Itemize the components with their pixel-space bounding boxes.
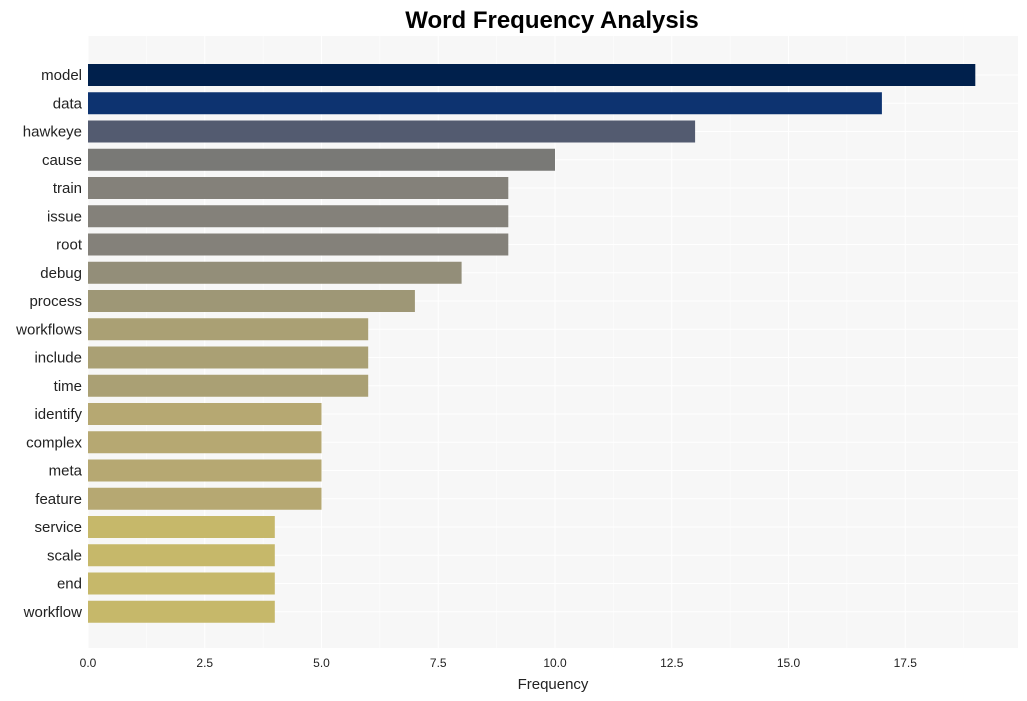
x-tick-label: 17.5	[894, 656, 918, 670]
bar-workflow	[88, 600, 275, 623]
x-tick-label: 5.0	[313, 656, 330, 670]
y-tick-label: model	[41, 67, 82, 84]
y-tick-label: issue	[47, 208, 82, 225]
y-tick-label: train	[53, 180, 82, 197]
bar-complex	[88, 431, 322, 454]
x-tick-label: 10.0	[543, 656, 567, 670]
bar-chart: Word Frequency Analysis model data hawkeye…	[15, 7, 1018, 693]
y-tick-label: scale	[47, 547, 82, 564]
y-tick-label: complex	[26, 434, 82, 451]
bar-end	[88, 572, 275, 595]
x-tick-label: 15.0	[777, 656, 801, 670]
chart-title: Word Frequency Analysis	[405, 7, 698, 34]
bar-data	[88, 92, 882, 115]
y-tick-label: end	[57, 576, 82, 593]
bar-feature	[88, 487, 322, 510]
bar-identify	[88, 403, 322, 425]
y-tick-label: service	[34, 519, 82, 536]
bar-issue	[88, 205, 509, 228]
y-tick-label: data	[53, 95, 83, 112]
bar-scale	[88, 544, 275, 567]
bar-process	[88, 290, 415, 312]
bar-workflows	[88, 318, 369, 341]
y-tick-label: hawkeye	[23, 124, 82, 141]
bar-root	[88, 233, 509, 256]
y-tick-label: workflow	[23, 604, 83, 621]
x-tick-label: 12.5	[660, 656, 684, 670]
y-tick-label: time	[54, 378, 82, 395]
y-tick-label: include	[34, 350, 82, 367]
y-tick-label: meta	[49, 463, 83, 480]
y-tick-label: root	[56, 237, 83, 254]
y-tick-label: feature	[35, 491, 82, 508]
y-tick-label: workflows	[15, 321, 82, 338]
y-tick-label: debug	[40, 265, 82, 282]
bar-train	[88, 177, 509, 199]
bar-hawkeye	[88, 120, 696, 143]
x-tick-label: 2.5	[196, 656, 213, 670]
bar-include	[88, 346, 369, 369]
bar-service	[88, 516, 275, 538]
x-axis-ticks: 0.0 2.5 5.0 7.5 10.0 12.5 15.0 17.5	[80, 656, 918, 670]
bar-model	[88, 64, 976, 86]
y-tick-label: cause	[42, 152, 82, 169]
bar-debug	[88, 261, 462, 284]
bar-meta	[88, 459, 322, 482]
x-tick-label: 7.5	[430, 656, 447, 670]
bar-time	[88, 374, 369, 397]
y-tick-label: identify	[34, 406, 82, 423]
x-axis-label: Frequency	[518, 676, 589, 693]
y-axis-labels: model data hawkeye cause train issue root debug…	[15, 67, 83, 621]
bar-cause	[88, 148, 555, 171]
y-tick-label: process	[29, 293, 82, 310]
x-tick-label: 0.0	[80, 656, 97, 670]
